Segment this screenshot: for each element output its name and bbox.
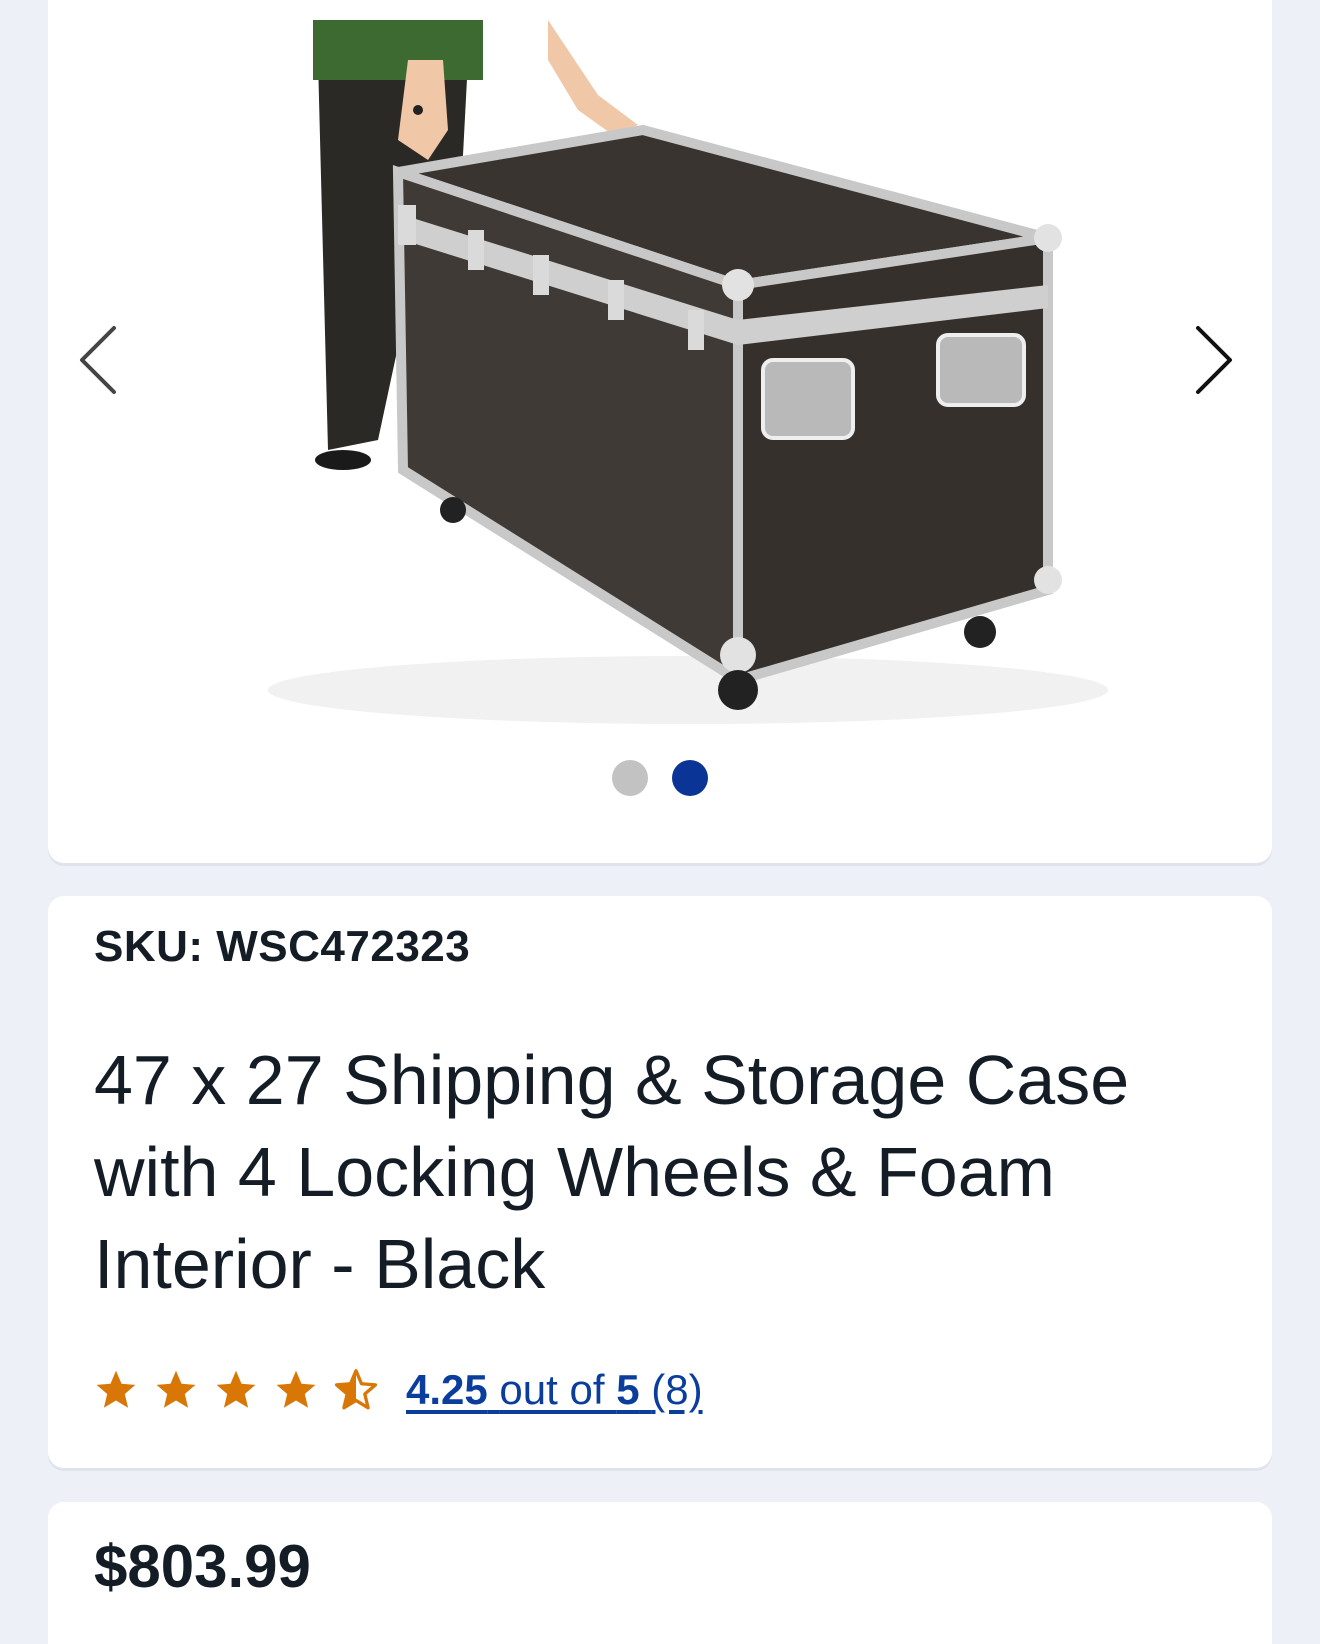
rating-out-of: out of xyxy=(499,1366,605,1413)
product-info: SKU: WSC472323 47 x 27 Shipping & Storag… xyxy=(48,896,1272,1468)
pagination-dot-2[interactable] xyxy=(672,760,708,796)
rating-stars xyxy=(94,1368,378,1412)
star-filled-icon xyxy=(276,1370,316,1408)
sku-label: SKU: WSC472323 xyxy=(94,922,471,971)
previous-image-button[interactable] xyxy=(68,320,128,400)
gallery-pagination xyxy=(48,760,1272,796)
star-filled-icon xyxy=(156,1370,196,1408)
product-image[interactable] xyxy=(218,0,1118,740)
rating-reviews-link[interactable]: 4.25 out of 5 (8) xyxy=(406,1366,703,1414)
price-section: $803.99 xyxy=(48,1502,1272,1644)
star-filled-icon xyxy=(96,1370,136,1408)
star-half-icon xyxy=(334,1369,378,1410)
chevron-right-icon xyxy=(1196,326,1232,394)
rating-value: 4.25 xyxy=(406,1366,488,1413)
product-gallery xyxy=(48,0,1272,863)
review-count: (8) xyxy=(651,1366,703,1413)
rating-max: 5 xyxy=(616,1366,640,1413)
star-filled-icon xyxy=(216,1370,256,1408)
chevron-left-icon xyxy=(80,326,116,394)
pagination-dot-1[interactable] xyxy=(612,760,648,796)
rating-row: 4.25 out of 5 (8) xyxy=(94,1366,703,1414)
next-image-button[interactable] xyxy=(1184,320,1244,400)
product-title: 47 x 27 Shipping & Storage Case with 4 L… xyxy=(94,1041,1130,1303)
product-price: $803.99 xyxy=(94,1533,311,1600)
